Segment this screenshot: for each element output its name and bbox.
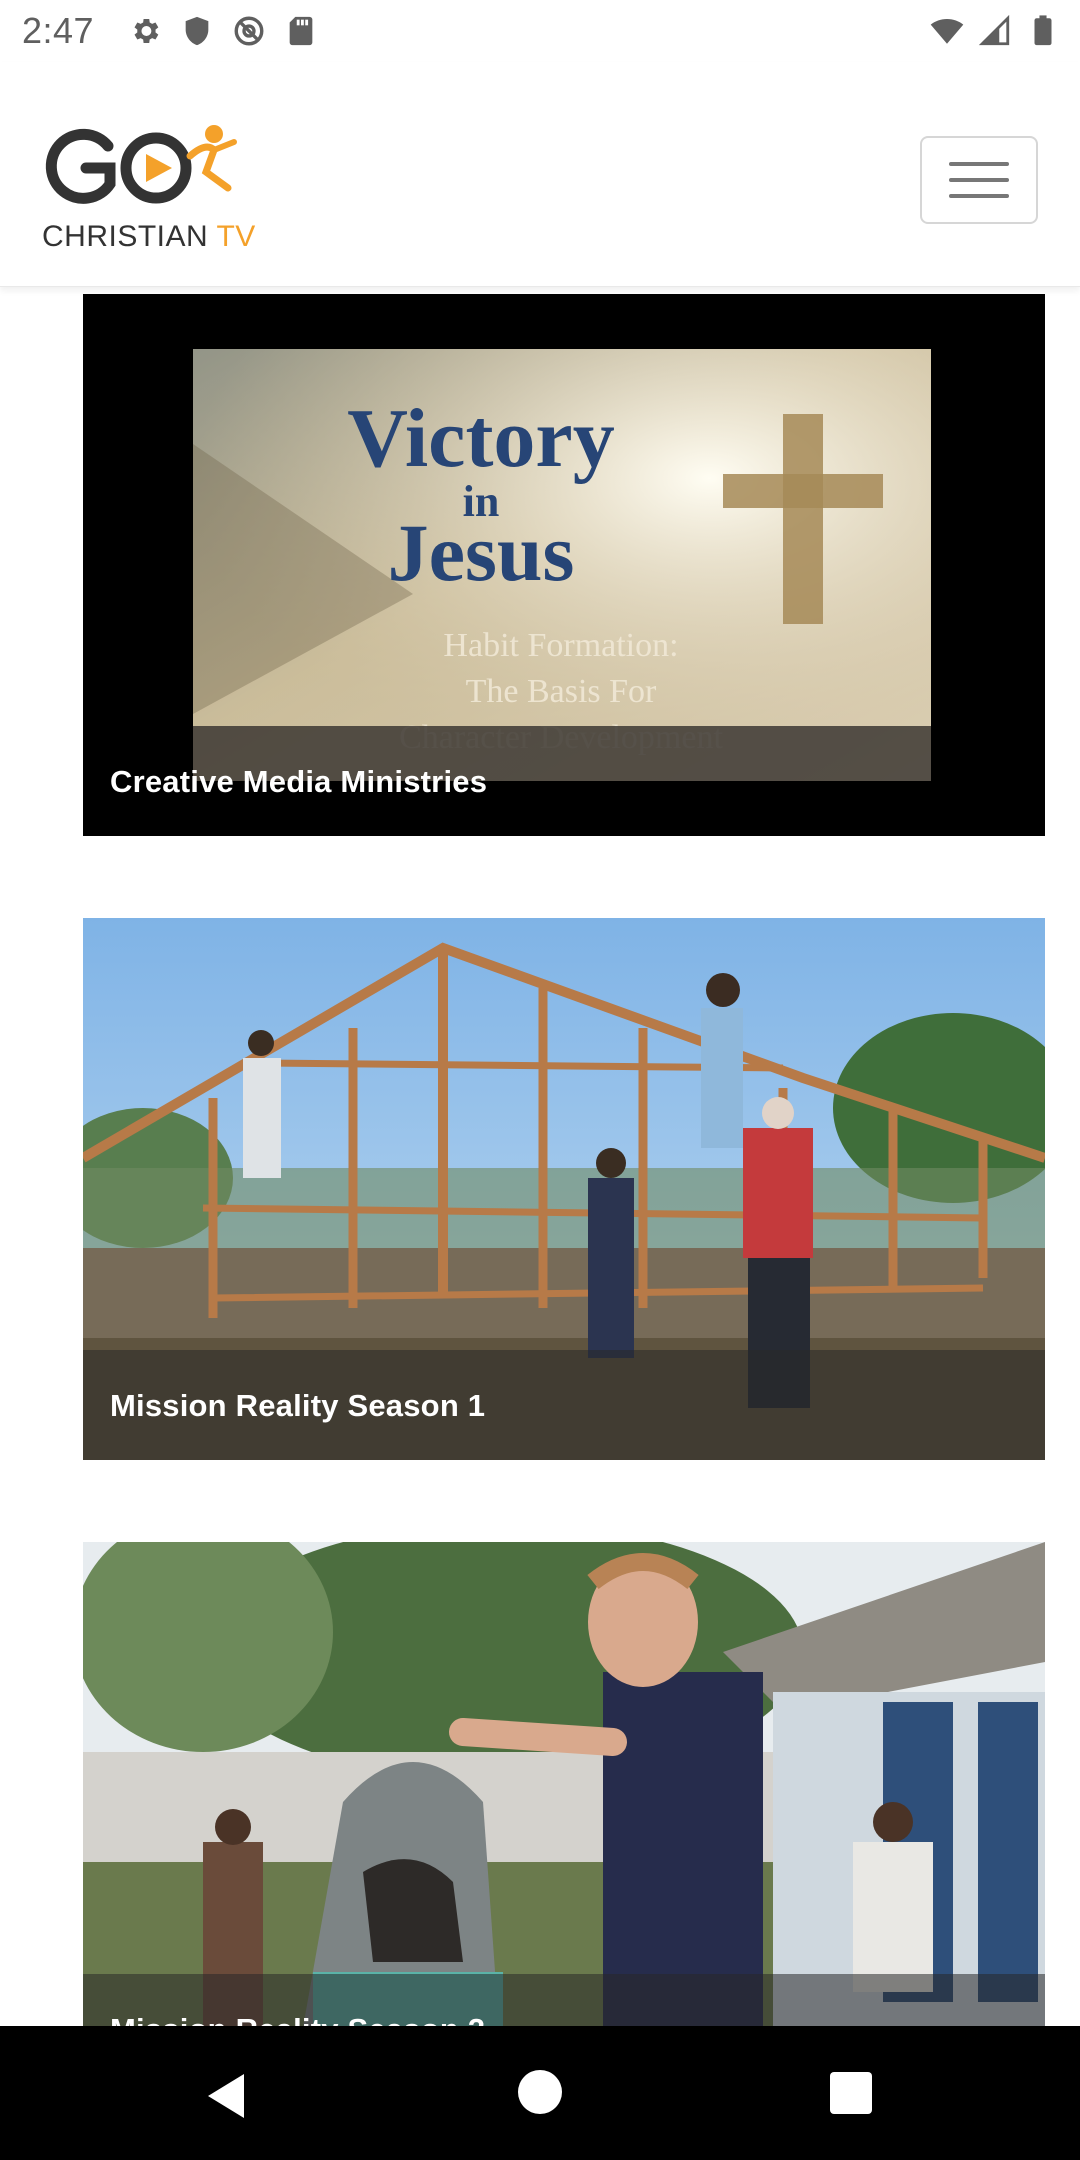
- status-bar: 2:47: [0, 0, 1080, 62]
- thumb-title-3: Jesus: [388, 507, 575, 598]
- back-triangle-icon[interactable]: [200, 2070, 252, 2122]
- home-circle-icon[interactable]: [518, 2070, 562, 2114]
- menu-button[interactable]: [920, 136, 1038, 224]
- status-time: 2:47: [22, 10, 95, 51]
- thumb-subtitle-1: Habit Formation:: [443, 627, 678, 664]
- logo-text: CHRISTIAN TV: [42, 220, 256, 254]
- at-sign-icon: [234, 16, 264, 46]
- cell-signal-icon: [978, 14, 1010, 46]
- thumbnail-image: [83, 1542, 1045, 2026]
- logo-word: CHRISTIAN: [42, 220, 209, 253]
- sd-card-icon: [289, 16, 313, 46]
- status-icons-left: [128, 14, 318, 48]
- thumb-subtitle-2: The Basis For: [466, 673, 657, 710]
- video-card[interactable]: Mission Reality Season 1: [83, 918, 1045, 1460]
- video-card[interactable]: Mission Reality Season 2: [83, 1542, 1045, 2026]
- hamburger-line: [949, 194, 1009, 198]
- app-header: CHRISTIAN TV: [0, 62, 1080, 287]
- recents-square-icon[interactable]: [830, 2072, 872, 2114]
- status-icons-right: [930, 14, 1060, 48]
- card-title[interactable]: Mission Reality Season 2: [83, 1974, 1045, 2026]
- video-list[interactable]: Victory in Jesus Habit Formation: The Ba…: [0, 286, 1080, 2026]
- logo-mark: [45, 125, 237, 204]
- go-christian-tv-logo[interactable]: CHRISTIAN TV: [38, 106, 258, 256]
- wifi-icon: [930, 18, 964, 44]
- system-nav-bar: [0, 2026, 1080, 2160]
- shield-icon: [185, 16, 209, 46]
- hamburger-icon: [949, 162, 1009, 166]
- card-title[interactable]: Mission Reality Season 1: [83, 1350, 1045, 1460]
- card-title[interactable]: Creative Media Ministries: [83, 726, 1045, 836]
- thumb-title-1: Victory: [347, 392, 614, 485]
- gear-icon: [134, 18, 159, 44]
- battery-icon: [1034, 15, 1052, 46]
- logo-suffix: TV: [216, 220, 256, 253]
- video-card[interactable]: Victory in Jesus Habit Formation: The Ba…: [83, 294, 1045, 836]
- hamburger-line: [949, 178, 1009, 182]
